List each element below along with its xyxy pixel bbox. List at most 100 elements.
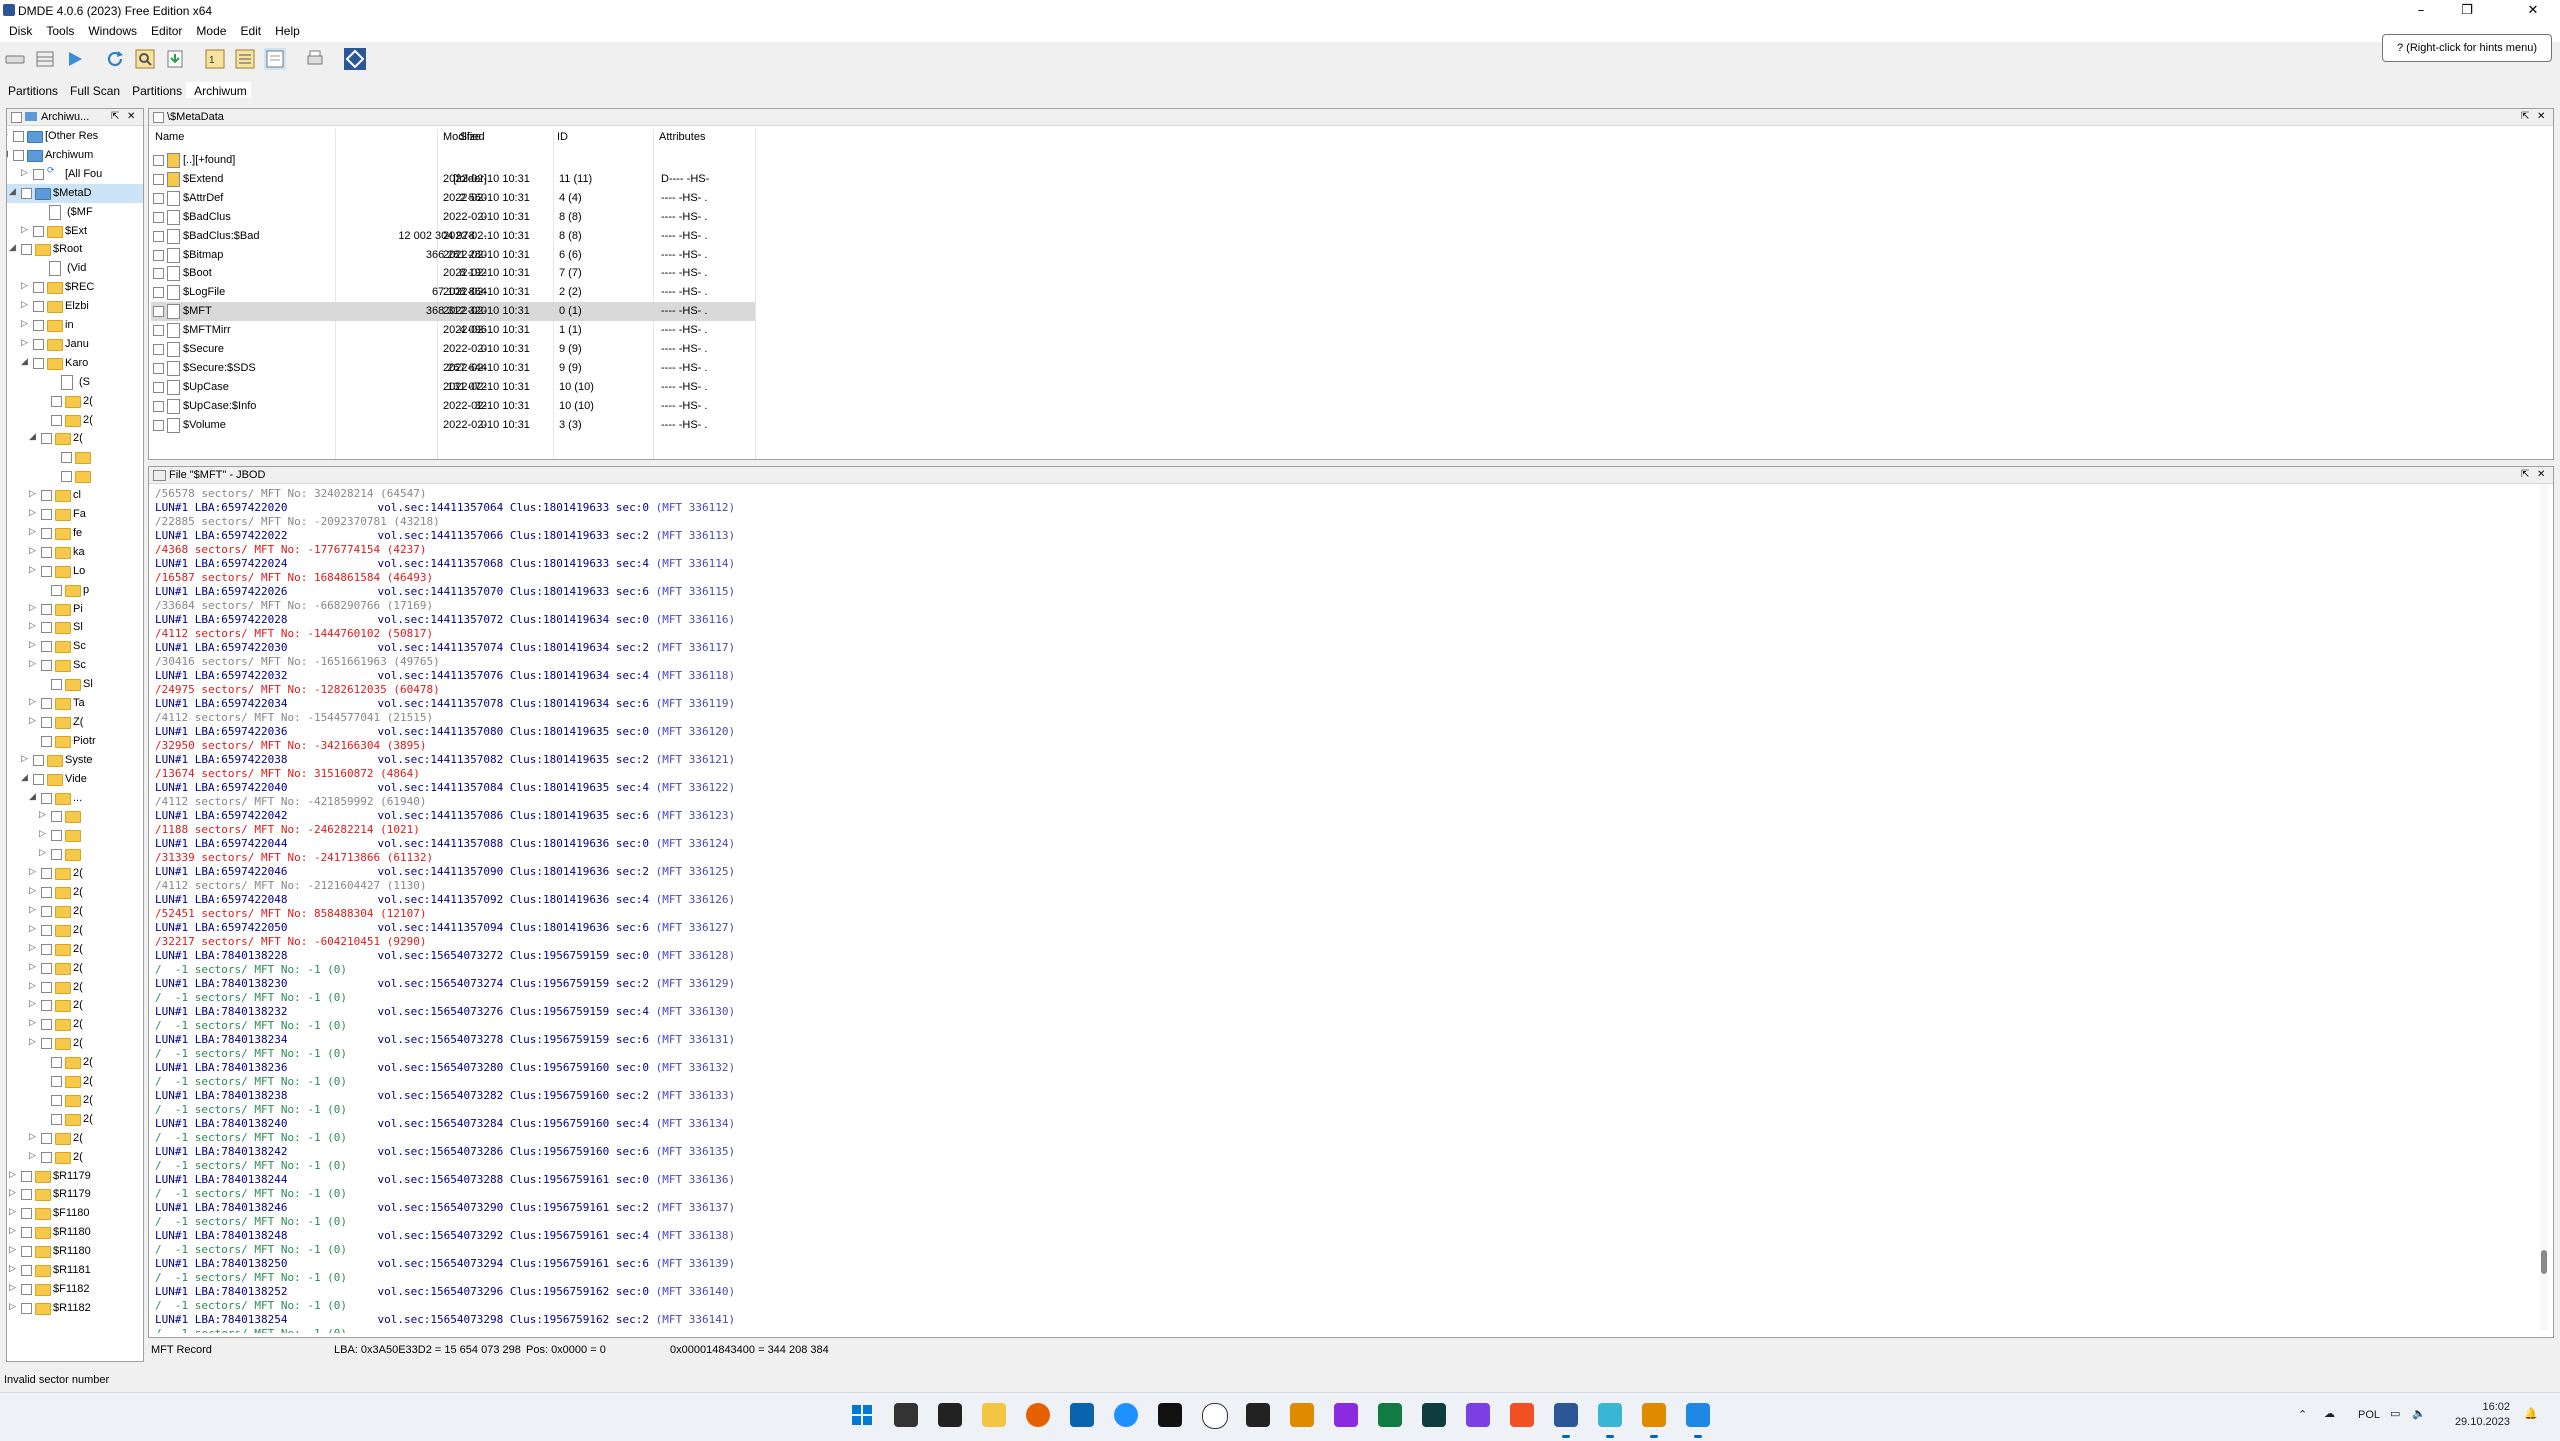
file-checkbox[interactable] (153, 287, 164, 299)
expander-icon[interactable]: ◢ (9, 187, 19, 197)
pin-icon[interactable]: ⇱ (2521, 467, 2529, 483)
expander-icon[interactable]: ▷ (9, 1283, 19, 1293)
tree-item[interactable]: ◢ Archiwum (7, 146, 143, 165)
tree-checkbox[interactable] (41, 1000, 52, 1012)
clock-date[interactable]: 29.10.2023 (2452, 1416, 2510, 1428)
dev-tool-icon[interactable] (1246, 1403, 1270, 1427)
tree-item[interactable]: ▷ $F1182 (7, 1280, 143, 1299)
tree-checkbox[interactable] (41, 546, 52, 558)
tree-item[interactable]: p (7, 581, 143, 600)
expander-icon[interactable]: ▷ (29, 546, 39, 556)
pin-icon[interactable]: ⇱ (111, 109, 119, 125)
tree-item[interactable]: (Vid (7, 259, 143, 278)
outlook-icon[interactable] (1070, 1403, 1094, 1427)
tree-item[interactable]: ▷ 2( (7, 883, 143, 902)
tree-checkbox[interactable] (21, 1265, 32, 1276)
stocks-icon[interactable] (1158, 1403, 1182, 1427)
tab-partitions[interactable]: Partitions (0, 82, 62, 98)
close-button[interactable]: ✕ (2510, 0, 2556, 22)
tree-checkbox[interactable] (33, 320, 44, 331)
play-icon[interactable] (64, 48, 86, 70)
tree-checkbox[interactable] (41, 905, 52, 917)
file-row[interactable]: $BadClus:$Bad 12 002 304 978 ... 2022-02-1… (151, 227, 755, 246)
tree-item[interactable]: ▷ 2( (7, 1129, 143, 1148)
tree-item[interactable]: 2( (7, 411, 143, 430)
close-icon[interactable]: ✕ (127, 109, 135, 125)
file-checkbox[interactable] (153, 400, 164, 412)
menu-edit[interactable]: Edit (231, 22, 266, 38)
tree-item[interactable]: ▷ $R1179 (7, 1185, 143, 1204)
file-row[interactable]: $Boot 8 192 2022-02-10 10:31 7 (7) ---- -HS-… (151, 264, 755, 283)
tree-checkbox[interactable] (21, 1189, 32, 1201)
tree-item[interactable]: Sl (7, 675, 143, 694)
tree-item[interactable]: ▷ $R1180 (7, 1223, 143, 1242)
expander-icon[interactable]: ▷ (29, 886, 39, 896)
tree-item[interactable]: ▷ $R1181 (7, 1261, 143, 1280)
file-row[interactable]: $Secure:$SDS 267 644 2022-02-10 10:31 9 (9)… (151, 359, 755, 378)
expander-icon[interactable]: ▷ (29, 565, 39, 575)
expander-icon[interactable]: ▷ (21, 281, 31, 291)
tree-item[interactable]: ▷ 2( (7, 902, 143, 921)
tree-item[interactable]: 2( (7, 1072, 143, 1091)
tree-checkbox[interactable] (21, 1170, 32, 1182)
tree-checkbox[interactable] (51, 1094, 62, 1106)
file-row[interactable]: $BadClus 0 2022-02-10 10:31 8 (8) ---- -HS- … (151, 208, 755, 227)
sector-icon[interactable]: 1 (204, 48, 226, 70)
file-row[interactable]: $AttrDef 2 560 2022-02-10 10:31 4 (4) ---- -… (151, 189, 755, 208)
tree-item[interactable]: ▷ ⟳ [All Fou (7, 165, 143, 184)
sector-log-text[interactable]: /56578 sectors/ MFT No: 324028214 (64547… (155, 487, 2535, 1333)
tree-item[interactable]: ▷ Ta (7, 694, 143, 713)
tree-checkbox[interactable] (51, 811, 62, 823)
expander-icon[interactable]: ▷ (7, 130, 11, 140)
tree-item[interactable]: ▷ Sc (7, 656, 143, 675)
tree-item[interactable]: ▷ Fa (7, 505, 143, 524)
tree-checkbox[interactable] (41, 735, 52, 747)
tree-checkbox[interactable] (33, 338, 44, 350)
tree-checkbox[interactable] (41, 641, 52, 653)
menu-mode[interactable]: Mode (187, 22, 231, 38)
tree-item[interactable]: ◢ $Root (7, 240, 143, 259)
tree-checkbox[interactable] (51, 414, 62, 426)
excel-icon[interactable] (1378, 1403, 1402, 1427)
language-indicator[interactable]: POL (2358, 1409, 2380, 1421)
notification-icon[interactable]: 🔔 (2524, 1407, 2538, 1420)
clock-time[interactable]: 16:02 (2452, 1401, 2510, 1413)
firefox-icon[interactable] (1026, 1403, 1050, 1427)
tool-app-icon[interactable] (1598, 1403, 1622, 1438)
tree-checkbox[interactable] (41, 603, 52, 615)
file-row[interactable]: $UpCase:$Info 32 2022-02-10 10:31 10 (10) --… (151, 397, 755, 416)
expander-icon[interactable]: ▷ (29, 1018, 39, 1028)
file-explorer-icon[interactable] (982, 1403, 1006, 1427)
expander-icon[interactable]: ▷ (29, 508, 39, 518)
tree-checkbox[interactable] (41, 1038, 52, 1050)
col-name[interactable]: Name (155, 131, 184, 149)
col-modified[interactable]: Modified (443, 131, 485, 149)
expander-icon[interactable]: ▷ (9, 1207, 19, 1217)
expander-icon[interactable]: ▷ (39, 829, 49, 839)
start-icon[interactable] (850, 1403, 874, 1427)
tree-checkbox[interactable] (33, 301, 44, 313)
expander-icon[interactable]: ▷ (9, 1170, 19, 1180)
expander-icon[interactable]: ▷ (29, 527, 39, 537)
menu-windows[interactable]: Windows (79, 22, 142, 38)
tree-item[interactable]: ▷ 2( (7, 921, 143, 940)
list-checkbox[interactable] (153, 112, 164, 123)
expander-icon[interactable]: ◢ (29, 432, 39, 442)
tree-view[interactable]: ▷ [Other Res ◢ Archiwum ▷ ⟳ [All Fou ◢ $MetaD ($M… (7, 127, 143, 1359)
tree-checkbox[interactable] (51, 849, 62, 861)
p-app-2-icon[interactable] (1642, 1403, 1666, 1438)
tree-checkbox[interactable] (33, 773, 44, 785)
tree-checkbox[interactable] (51, 1113, 62, 1125)
expander-icon[interactable]: ◢ (9, 243, 19, 253)
file-checkbox[interactable] (153, 268, 164, 280)
tree-item[interactable]: ▷ Z( (7, 713, 143, 732)
file-checkbox[interactable] (153, 362, 164, 374)
tree-checkbox[interactable] (41, 924, 52, 936)
expander-icon[interactable]: ▷ (29, 1151, 39, 1161)
file-checkbox[interactable] (153, 211, 164, 223)
tree-checkbox[interactable] (41, 698, 52, 709)
tree-checkbox[interactable] (21, 1208, 32, 1220)
column-divider[interactable] (755, 129, 756, 459)
task-view-icon[interactable] (894, 1403, 918, 1427)
file-checkbox[interactable] (153, 344, 164, 355)
